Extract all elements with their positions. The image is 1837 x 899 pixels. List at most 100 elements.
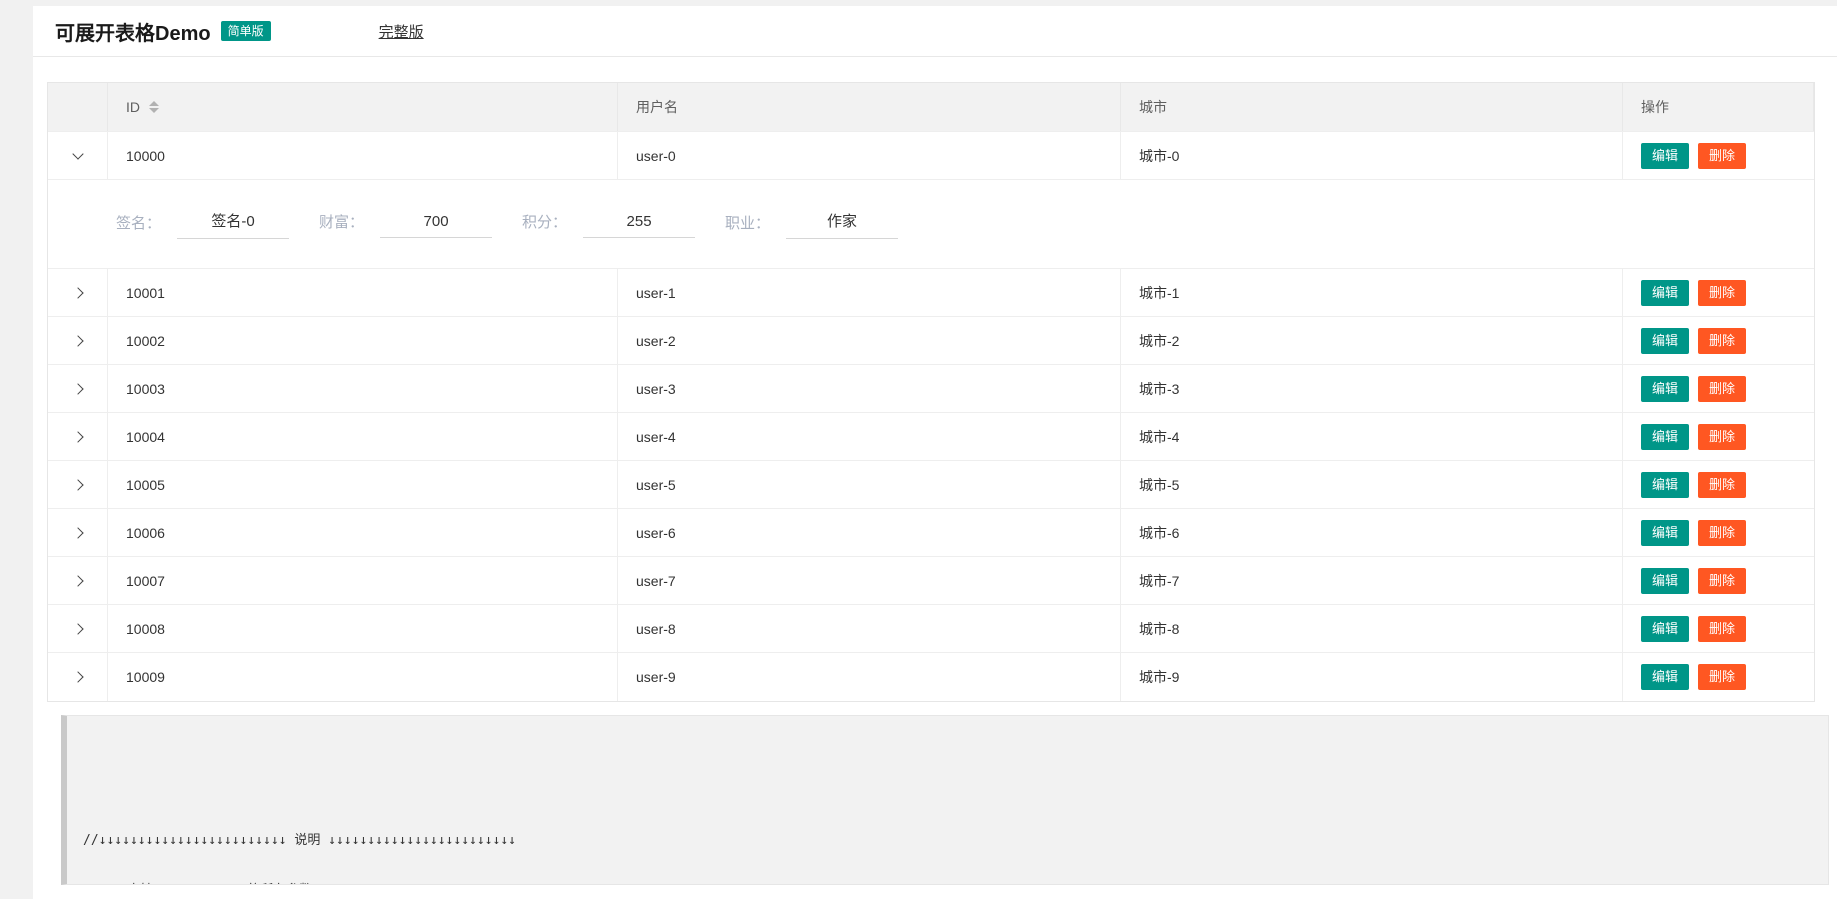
edit-button[interactable]: 编辑 xyxy=(1641,472,1689,498)
detail-field-occupation: 职业： 作家 xyxy=(725,210,898,239)
row-user-cell: user-1 xyxy=(618,269,1121,316)
table-row: 10001 user-1 城市-1 编辑 删除 xyxy=(48,269,1814,317)
header-id-label: ID xyxy=(126,99,140,115)
row-expand-cell[interactable] xyxy=(48,461,108,508)
chevron-right-icon[interactable] xyxy=(72,479,83,490)
delete-button[interactable]: 删除 xyxy=(1698,280,1746,306)
delete-button[interactable]: 删除 xyxy=(1698,376,1746,402)
chevron-right-icon[interactable] xyxy=(72,383,83,394)
detail-value-input[interactable]: 签名-0 xyxy=(177,210,289,239)
row-city-cell: 城市-6 xyxy=(1121,509,1623,556)
row-city-cell: 城市-4 xyxy=(1121,413,1623,460)
row-expand-cell[interactable] xyxy=(48,413,108,460)
chevron-right-icon[interactable] xyxy=(72,575,83,586)
detail-label: 职业： xyxy=(725,212,770,239)
sort-asc-icon[interactable] xyxy=(149,101,159,106)
edit-button[interactable]: 编辑 xyxy=(1641,280,1689,306)
row-ops-cell: 编辑 删除 xyxy=(1623,653,1814,701)
row-expand-cell[interactable] xyxy=(48,269,108,316)
code-line xyxy=(83,778,1812,803)
row-expand-cell[interactable] xyxy=(48,365,108,412)
detail-field-signature: 签名： 签名-0 xyxy=(116,210,289,239)
row-user-cell: user-3 xyxy=(618,365,1121,412)
code-line xyxy=(83,853,1812,878)
full-version-link[interactable]: 完整版 xyxy=(379,21,424,42)
header-user-cell: 用户名 xyxy=(618,83,1121,131)
table-row: 10002 user-2 城市-2 编辑 删除 xyxy=(48,317,1814,365)
header-ops-cell: 操作 xyxy=(1623,83,1814,131)
page-title: 可展开表格Demo xyxy=(55,17,211,46)
edit-button[interactable]: 编辑 xyxy=(1641,328,1689,354)
chevron-right-icon[interactable] xyxy=(72,623,83,634)
detail-field-wealth: 财富： 700 xyxy=(319,211,492,238)
row-expand-cell[interactable] xyxy=(48,509,108,556)
detail-value-input[interactable]: 255 xyxy=(583,213,695,238)
delete-button[interactable]: 删除 xyxy=(1698,328,1746,354)
row-expand-cell[interactable] xyxy=(48,557,108,604)
edit-button[interactable]: 编辑 xyxy=(1641,520,1689,546)
code-line: // 1、支持layui table 的所有参数 xyxy=(83,878,1812,885)
row-city-cell: 城市-9 xyxy=(1121,653,1623,701)
row-user-cell: user-2 xyxy=(618,317,1121,364)
detail-label: 签名： xyxy=(116,212,161,239)
content-card: 可展开表格Demo 简单版 完整版 ID 用户名 城市 xyxy=(33,6,1837,899)
chevron-right-icon[interactable] xyxy=(72,287,83,298)
detail-label: 财富： xyxy=(319,211,364,238)
code-block: //↓↓↓↓↓↓↓↓↓↓↓↓↓↓↓↓↓↓↓↓↓↓↓↓ 说明 ↓↓↓↓↓↓↓↓↓↓… xyxy=(61,715,1829,885)
row-ops-cell: 编辑 删除 xyxy=(1623,317,1814,364)
row-expand-cell[interactable] xyxy=(48,132,108,179)
row-user-cell: user-9 xyxy=(618,653,1121,701)
table-row: 10004 user-4 城市-4 编辑 删除 xyxy=(48,413,1814,461)
expandable-table: ID 用户名 城市 操作 xyxy=(47,82,1815,702)
detail-value-input[interactable]: 作家 xyxy=(786,210,898,239)
chevron-down-icon[interactable] xyxy=(72,148,83,159)
row-city-cell: 城市-0 xyxy=(1121,132,1623,179)
version-badge: 简单版 xyxy=(221,21,271,41)
row-expand-cell[interactable] xyxy=(48,317,108,364)
delete-button[interactable]: 删除 xyxy=(1698,472,1746,498)
edit-button[interactable]: 编辑 xyxy=(1641,376,1689,402)
row-user-cell: user-4 xyxy=(618,413,1121,460)
table-row: 10005 user-5 城市-5 编辑 删除 xyxy=(48,461,1814,509)
header-id-cell[interactable]: ID xyxy=(108,83,618,131)
edit-button[interactable]: 编辑 xyxy=(1641,664,1689,690)
table-row: 10009 user-9 城市-9 编辑 删除 xyxy=(48,653,1814,701)
edit-button[interactable]: 编辑 xyxy=(1641,616,1689,642)
table-row: 10003 user-3 城市-3 编辑 删除 xyxy=(48,365,1814,413)
row-id-cell: 10000 xyxy=(108,132,618,179)
delete-button[interactable]: 删除 xyxy=(1698,568,1746,594)
row-ops-cell: 编辑 删除 xyxy=(1623,413,1814,460)
row-id-cell: 10004 xyxy=(108,413,618,460)
delete-button[interactable]: 删除 xyxy=(1698,664,1746,690)
code-line xyxy=(83,728,1812,753)
row-city-cell: 城市-5 xyxy=(1121,461,1623,508)
sort-desc-icon[interactable] xyxy=(149,108,159,113)
row-user-cell: user-6 xyxy=(618,509,1121,556)
row-expand-cell[interactable] xyxy=(48,653,108,701)
chevron-right-icon[interactable] xyxy=(72,431,83,442)
row-id-cell: 10006 xyxy=(108,509,618,556)
detail-value-input[interactable]: 700 xyxy=(380,213,492,238)
expanded-detail-panel: 签名： 签名-0 财富： 700 积分： 255 职业： 作家 xyxy=(48,180,1814,269)
row-id-cell: 10002 xyxy=(108,317,618,364)
sort-icon[interactable] xyxy=(149,101,159,113)
detail-label: 积分： xyxy=(522,211,567,238)
edit-button[interactable]: 编辑 xyxy=(1641,424,1689,450)
delete-button[interactable]: 删除 xyxy=(1698,616,1746,642)
chevron-right-icon[interactable] xyxy=(72,527,83,538)
page-header: 可展开表格Demo 简单版 完整版 xyxy=(33,6,1837,57)
chevron-right-icon[interactable] xyxy=(72,671,83,682)
row-id-cell: 10007 xyxy=(108,557,618,604)
edit-button[interactable]: 编辑 xyxy=(1641,568,1689,594)
row-ops-cell: 编辑 删除 xyxy=(1623,605,1814,652)
delete-button[interactable]: 删除 xyxy=(1698,424,1746,450)
delete-button[interactable]: 删除 xyxy=(1698,143,1746,169)
header-expand-cell xyxy=(48,83,108,131)
row-ops-cell: 编辑 删除 xyxy=(1623,509,1814,556)
row-city-cell: 城市-8 xyxy=(1121,605,1623,652)
delete-button[interactable]: 删除 xyxy=(1698,520,1746,546)
row-city-cell: 城市-7 xyxy=(1121,557,1623,604)
row-expand-cell[interactable] xyxy=(48,605,108,652)
chevron-right-icon[interactable] xyxy=(72,335,83,346)
edit-button[interactable]: 编辑 xyxy=(1641,143,1689,169)
